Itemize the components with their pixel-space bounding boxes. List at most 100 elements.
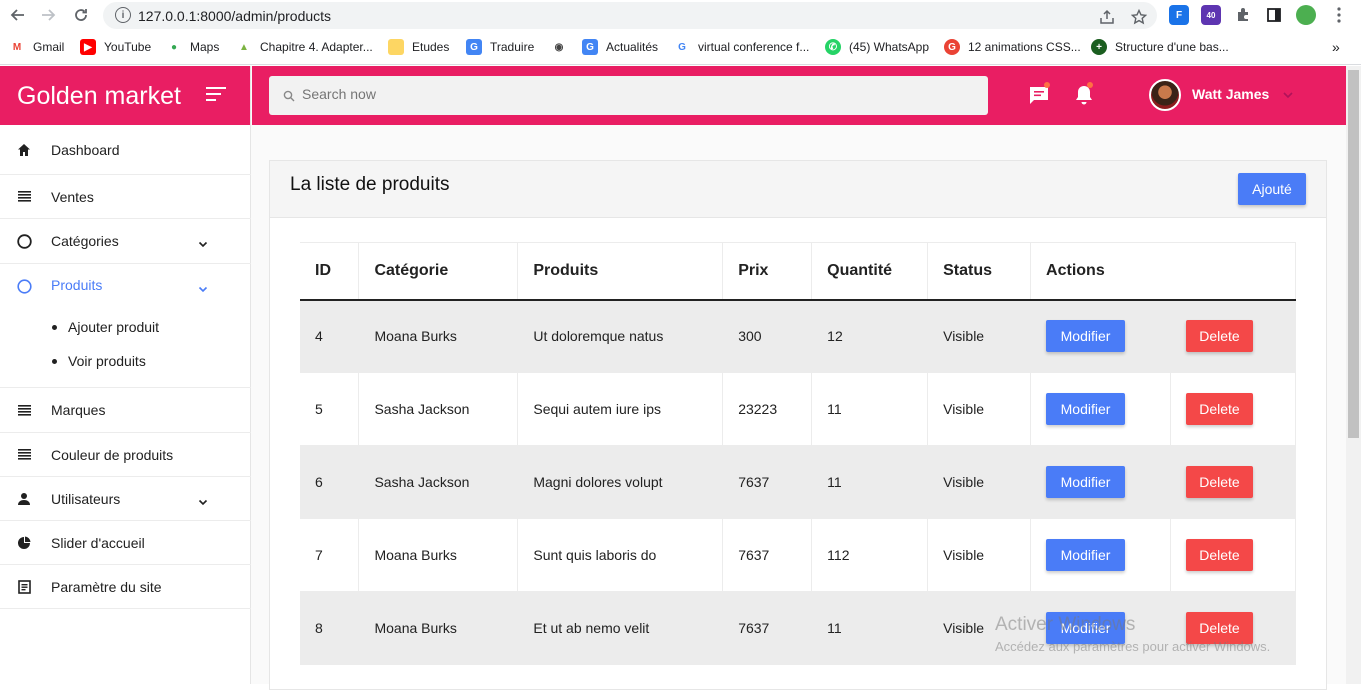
avatar[interactable] xyxy=(1149,79,1181,111)
table-header-row: ID Catégorie Produits Prix Quantité Stat… xyxy=(300,242,1296,301)
bookmarks-bar: M Gmail ▶ YouTube ● Maps ▲ Chapitre 4. Adapt… xyxy=(0,31,1361,65)
sidebar-item-utilisateurs[interactable]: Utilisateurs xyxy=(0,477,251,521)
address-bar[interactable]: i 127.0.0.1:8000/admin/products xyxy=(103,2,1157,29)
sidebar-item-label: Marques xyxy=(51,402,106,418)
delete-button[interactable]: Delete xyxy=(1185,466,1253,498)
bookmark-label: Actualités xyxy=(606,40,659,54)
brand-name: Golden market xyxy=(17,82,181,110)
messages-badge xyxy=(1044,82,1050,88)
bookmark-maps[interactable]: ● Maps xyxy=(166,39,219,55)
sidebar-item-dashboard[interactable]: Dashboard xyxy=(0,126,251,175)
table-row: 5 Sasha Jackson Sequi autem iure ips 232… xyxy=(300,372,1297,446)
bullet-icon xyxy=(52,324,57,330)
delete-button[interactable]: Delete xyxy=(1185,539,1253,571)
cell-category: Moana Burks xyxy=(358,299,519,373)
bookmark-label: YouTube xyxy=(104,40,152,54)
sidebar-item-slider[interactable]: Slider d'accueil xyxy=(0,521,251,565)
bookmark-whatsapp[interactable]: ✆ (45) WhatsApp xyxy=(825,39,929,55)
document-icon xyxy=(16,579,32,595)
cell-price: 7637 xyxy=(722,591,813,665)
sidepanel-icon[interactable] xyxy=(1264,5,1284,25)
circle-icon xyxy=(16,233,32,249)
site-info-icon[interactable]: i xyxy=(115,7,131,23)
reload-icon[interactable] xyxy=(72,6,90,24)
sidebar: Golden market Dashboard Ventes Catégorie… xyxy=(0,66,251,684)
youtube-icon: ▶ xyxy=(80,39,96,55)
cell-delete: Delete xyxy=(1170,445,1297,519)
cell-id: 7 xyxy=(300,518,360,592)
notifications-icon[interactable] xyxy=(1073,82,1095,106)
menu-toggle-icon[interactable] xyxy=(206,87,226,103)
edit-button[interactable]: Modifier xyxy=(1046,466,1126,498)
home-icon xyxy=(16,142,32,158)
bookmark-structure[interactable]: + Structure d'une bas... xyxy=(1091,39,1229,55)
add-product-button[interactable]: Ajouté xyxy=(1238,173,1306,205)
chevron-down-icon[interactable] xyxy=(1282,88,1294,100)
sidebar-subitem-label: Ajouter produit xyxy=(68,319,160,335)
sidebar-subitem-ajouter-produit[interactable]: Ajouter produit xyxy=(52,319,159,335)
menu-dots-icon[interactable] xyxy=(1329,5,1349,25)
table-row: 4 Moana Burks Ut doloremque natus 300 12… xyxy=(300,299,1297,373)
sidebar-item-categories[interactable]: Catégories xyxy=(0,219,251,264)
list-icon xyxy=(16,447,32,463)
messages-icon[interactable] xyxy=(1028,82,1050,106)
sidebar-item-parametres[interactable]: Paramètre du site xyxy=(0,565,251,609)
bookmark-chapitre[interactable]: ▲ Chapitre 4. Adapter... xyxy=(236,39,373,55)
person-icon xyxy=(16,491,32,507)
sidebar-item-produits[interactable]: Produits Ajouter produit Voir produits xyxy=(0,264,251,388)
edit-button[interactable]: Modifier xyxy=(1046,320,1126,353)
chevron-down-icon xyxy=(198,281,208,293)
sidebar-item-label: Slider d'accueil xyxy=(51,534,145,551)
sidebar-subitem-voir-produits[interactable]: Voir produits xyxy=(52,353,146,369)
sidebar-item-ventes[interactable]: Ventes xyxy=(0,175,251,219)
chevron-down-icon xyxy=(198,236,208,248)
products-table: ID Catégorie Produits Prix Quantité Stat… xyxy=(300,242,1297,665)
cell-category: Moana Burks xyxy=(358,518,519,592)
edit-button[interactable]: Modifier xyxy=(1046,539,1126,571)
user-name[interactable]: Watt James xyxy=(1192,86,1269,102)
bookmark-label: Structure d'une bas... xyxy=(1115,40,1229,54)
share-icon[interactable] xyxy=(1098,8,1116,26)
more-bookmarks-icon[interactable]: » xyxy=(1332,39,1340,55)
search-box[interactable] xyxy=(269,76,988,115)
bookmark-label: Maps xyxy=(190,40,220,54)
cell-price: 300 xyxy=(722,299,813,373)
brand-header: Golden market xyxy=(0,66,250,125)
star-icon[interactable] xyxy=(1130,8,1148,26)
sidebar-item-marques[interactable]: Marques xyxy=(0,388,251,433)
search-input[interactable] xyxy=(302,86,902,102)
delete-button[interactable]: Delete xyxy=(1185,320,1253,353)
bookmark-animations[interactable]: G 12 animations CSS... xyxy=(944,39,1081,55)
extension-f-icon[interactable]: F xyxy=(1169,5,1189,25)
puzzle-icon[interactable] xyxy=(1233,5,1253,25)
edit-button[interactable]: Modifier xyxy=(1046,393,1126,425)
sidebar-item-label: Utilisateurs xyxy=(51,490,121,507)
column-header-id: ID xyxy=(300,242,360,301)
cell-id: 8 xyxy=(300,591,360,665)
bookmark-conference[interactable]: Gvirtual conference f... xyxy=(674,39,809,55)
page-scrollbar[interactable] xyxy=(1346,66,1361,684)
bookmark-traduire[interactable]: G Traduire xyxy=(466,39,534,55)
cell-edit: Modifier xyxy=(1030,518,1171,592)
column-header-product: Produits xyxy=(517,242,724,301)
bookmark-actualites[interactable]: G Actualités xyxy=(582,39,658,55)
profile-icon[interactable] xyxy=(1296,5,1316,25)
bookmark-gmail[interactable]: M Gmail xyxy=(9,39,65,55)
products-card: La liste de produits Ajouté ID Catégorie… xyxy=(269,160,1327,690)
delete-button[interactable]: Delete xyxy=(1185,393,1253,425)
forward-icon[interactable] xyxy=(40,6,58,24)
google-icon: G xyxy=(678,41,686,53)
cell-product: Magni dolores volupt xyxy=(517,445,724,519)
bookmark-etudes[interactable]: Etudes xyxy=(388,39,449,55)
sidebar-item-couleur-de-produits[interactable]: Couleur de produits xyxy=(0,433,251,477)
cell-category: Sasha Jackson xyxy=(358,445,519,519)
back-icon[interactable] xyxy=(8,6,26,24)
table-row: 7 Moana Burks Sunt quis laboris do 7637 … xyxy=(300,518,1297,592)
bookmark-youtube[interactable]: ▶ YouTube xyxy=(80,39,151,55)
g-icon: G xyxy=(944,39,960,55)
scrollbar-thumb[interactable] xyxy=(1348,70,1359,438)
bookmark-globe[interactable]: ◉ xyxy=(551,39,575,55)
column-header-price: Prix xyxy=(722,242,813,301)
structure-icon: + xyxy=(1091,39,1107,55)
extension-badge-icon[interactable]: 40 xyxy=(1201,5,1221,25)
